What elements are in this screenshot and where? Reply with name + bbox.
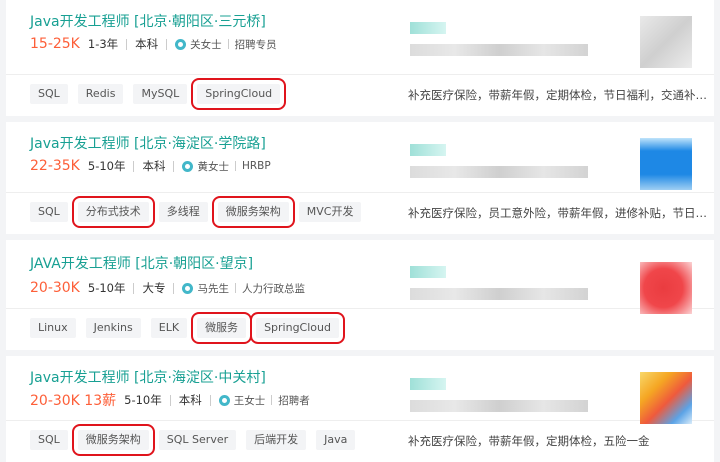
recruiter-name: 关女士 <box>190 38 222 51</box>
company-info-blurred <box>410 166 588 178</box>
blur-fill <box>410 22 446 34</box>
recruiter-role: 招聘专员 <box>234 38 277 51</box>
education: 大专 <box>142 281 166 295</box>
skill-tag[interactable]: 分布式技术 <box>71 196 155 228</box>
job-title-link[interactable]: Java开发工程师 [北京·海淀区·学院路] <box>30 133 266 153</box>
skill-tag[interactable]: SQL <box>30 84 68 104</box>
card-divider <box>6 420 714 421</box>
divider-line <box>227 39 229 49</box>
company-info-blurred <box>410 400 588 412</box>
job-meta: 15-25K 1-3年 本科 关女士 招聘专员 <box>30 33 277 55</box>
skill-tag[interactable]: SQL <box>30 430 68 450</box>
skill-tag[interactable]: MVC开发 <box>298 202 362 222</box>
job-card[interactable]: Java开发工程师 [北京·朝阳区·三元桥] 15-25K 1-3年 本科 关女士 招聘专… <box>6 0 714 116</box>
company-logo[interactable] <box>640 372 692 424</box>
card-divider <box>6 308 714 309</box>
recruiter[interactable]: 马先生 人力行政总监 <box>182 281 305 296</box>
skill-tag[interactable]: 微服务 <box>191 312 253 344</box>
recruiter-name: 黄女士 <box>197 160 229 173</box>
blur-fill <box>410 378 446 390</box>
salary: 20-30K 13薪 <box>30 393 117 409</box>
divider-line <box>209 394 211 406</box>
job-card[interactable]: Java开发工程师 [北京·海淀区·学院路] 22-35K 5-10年 本科 黄女士 HR… <box>6 122 714 234</box>
job-card[interactable]: JAVA开发工程师 [北京·朝阳区·望京] 20-30K 5-10年 大专 马先生 人力行… <box>6 240 714 350</box>
company-name-blurred[interactable] <box>410 22 446 34</box>
salary: 22-35K <box>30 158 80 174</box>
divider-line <box>169 394 171 406</box>
skill-tag[interactable]: Linux <box>30 318 76 338</box>
recruiter[interactable]: 王女士 招聘者 <box>218 393 310 408</box>
salary: 15-25K <box>30 36 80 52</box>
card-divider <box>6 74 714 75</box>
skill-tag[interactable]: SQL Server <box>158 430 237 450</box>
divider-line <box>271 395 273 405</box>
blur-fill <box>410 144 446 156</box>
job-title-link[interactable]: Java开发工程师 [北京·朝阳区·三元桥] <box>30 11 266 31</box>
job-meta: 20-30K 5-10年 大专 马先生 人力行政总监 <box>30 277 305 299</box>
job-title-link[interactable]: Java开发工程师 [北京·海淀区·中关村] <box>30 367 266 387</box>
benefits-text: 补充医疗保险，带薪年假，定期体检，节日福利，交通补… <box>408 88 707 102</box>
skill-tags: Linux Jenkins ELK 微服务 SpringCloud <box>30 312 349 344</box>
job-title-link[interactable]: JAVA开发工程师 [北京·朝阳区·望京] <box>30 253 253 273</box>
skill-tags: SQL 分布式技术 多线程 微服务架构 MVC开发 <box>30 196 371 228</box>
chat-icon <box>218 394 230 406</box>
job-meta: 22-35K 5-10年 本科 黄女士 HRBP <box>30 155 271 177</box>
company-name-blurred[interactable] <box>410 266 446 278</box>
recruiter-role: HRBP <box>241 160 271 172</box>
education: 本科 <box>178 393 202 407</box>
company-logo[interactable] <box>640 16 692 68</box>
divider-line <box>133 160 135 172</box>
job-card[interactable]: Java开发工程师 [北京·海淀区·中关村] 20-30K 13薪 5-10年 本科 王… <box>6 356 714 462</box>
company-logo[interactable] <box>640 138 692 190</box>
benefits-text: 补充医疗保险，员工意外险，带薪年假，进修补贴，节日… <box>408 206 707 220</box>
chat-icon <box>182 282 194 294</box>
skill-tag[interactable]: ELK <box>150 318 188 338</box>
company-info-blurred <box>410 288 588 300</box>
divider-line <box>126 38 128 50</box>
experience: 5-10年 <box>87 281 126 295</box>
education: 本科 <box>142 159 166 173</box>
divider-line <box>173 160 175 172</box>
skill-tags: SQL Redis MySQL SpringCloud <box>30 78 290 110</box>
skill-tag[interactable]: Jenkins <box>85 318 141 338</box>
divider-line <box>173 282 175 294</box>
blur-fill <box>410 266 446 278</box>
job-meta: 20-30K 13薪 5-10年 本科 王女士 招聘者 <box>30 389 310 411</box>
chat-icon <box>175 38 187 50</box>
skill-tag[interactable]: 微服务架构 <box>71 424 155 456</box>
company-logo[interactable] <box>640 262 692 314</box>
chat-icon <box>182 160 194 172</box>
divider-line <box>133 282 135 294</box>
company-info-blurred <box>410 44 588 56</box>
experience: 1-3年 <box>87 37 119 51</box>
company-name-blurred[interactable] <box>410 144 446 156</box>
divider-line <box>234 283 236 293</box>
recruiter-name: 王女士 <box>233 394 266 407</box>
skill-tag[interactable]: SQL <box>30 202 68 222</box>
skill-tag[interactable]: SpringCloud <box>250 312 345 344</box>
recruiter-role: 人力行政总监 <box>241 282 305 295</box>
skill-tag[interactable]: 微服务架构 <box>211 196 295 228</box>
skill-tag[interactable]: MySQL <box>133 84 188 104</box>
education: 本科 <box>135 37 159 51</box>
skill-tag[interactable]: SpringCloud <box>191 78 287 110</box>
card-divider <box>6 192 714 193</box>
recruiter-role: 招聘者 <box>278 394 310 407</box>
experience: 5-10年 <box>87 159 126 173</box>
recruiter-name: 马先生 <box>197 282 229 295</box>
skill-tags: SQL 微服务架构 SQL Server 后端开发 Java <box>30 424 365 456</box>
divider-line <box>166 38 168 50</box>
company-name-blurred[interactable] <box>410 378 446 390</box>
skill-tag[interactable]: 多线程 <box>158 202 208 222</box>
benefits-text: 补充医疗保险，带薪年假，定期体检，五险一金 <box>408 434 650 448</box>
recruiter[interactable]: 关女士 招聘专员 <box>175 37 277 52</box>
recruiter[interactable]: 黄女士 HRBP <box>182 159 271 174</box>
salary: 20-30K <box>30 280 80 296</box>
divider-line <box>234 161 236 171</box>
skill-tag[interactable]: Java <box>316 430 356 450</box>
experience: 5-10年 <box>124 393 162 407</box>
skill-tag[interactable]: 后端开发 <box>246 430 307 450</box>
skill-tag[interactable]: Redis <box>77 84 124 104</box>
